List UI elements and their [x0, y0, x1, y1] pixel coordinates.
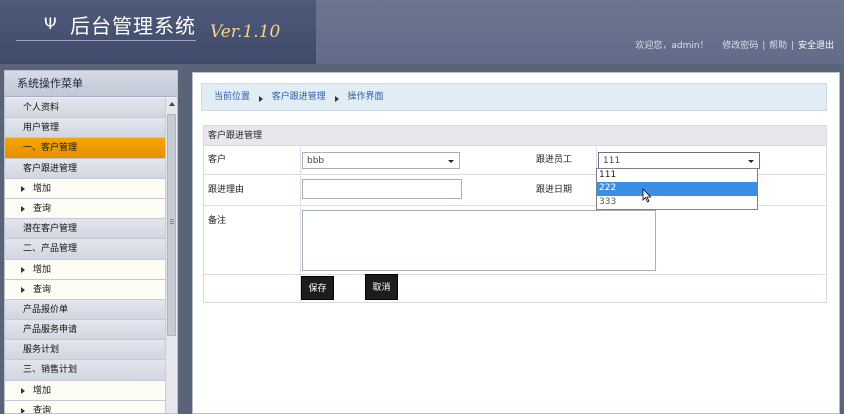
sidebar-item-label: 产品报价单 — [23, 304, 69, 315]
chevron-down-icon — [748, 160, 754, 163]
logo-icon: Ψ — [44, 14, 57, 33]
arrow-right-icon — [21, 185, 25, 192]
sidebar-item[interactable]: 增加 — [5, 178, 165, 199]
sidebar-item[interactable]: 增加 — [5, 259, 165, 280]
customer-label: 客户 — [208, 155, 227, 165]
reason-input[interactable] — [302, 179, 462, 199]
breadcrumb-item[interactable]: 客户跟进管理 — [272, 92, 326, 102]
employee-label: 跟进员工 — [536, 155, 573, 165]
scroll-up-arrow-icon[interactable] — [169, 102, 175, 106]
sidebar-menu: 系统操作菜单 个人资料 用户管理 一、客户管理 客户跟进管理 增加 查询 潜在客户管理 二、产… — [4, 70, 178, 414]
arrow-right-icon — [21, 407, 25, 413]
sidebar-item[interactable]: 三、销售计划 — [5, 360, 165, 381]
sidebar-title: 系统操作菜单 — [5, 71, 177, 97]
form-title: 客户跟进管理 — [204, 126, 826, 146]
arrow-right-icon — [21, 387, 25, 394]
sidebar-item[interactable]: 增加 — [5, 380, 165, 401]
breadcrumb-arrow-icon — [334, 96, 339, 102]
sidebar-scrollbar[interactable] — [165, 98, 177, 413]
sidebar-item-label: 查询 — [33, 405, 52, 414]
sidebar-item[interactable]: 一、客户管理 — [5, 138, 165, 159]
sidebar-item-label: 增加 — [33, 183, 52, 194]
reason-label: 跟进理由 — [208, 185, 245, 195]
breadcrumb-item[interactable]: 当前位置 — [214, 92, 250, 102]
arrow-right-icon — [21, 205, 25, 212]
employee-select-value: 111 — [603, 156, 621, 166]
date-label: 跟进日期 — [536, 185, 573, 195]
form-row-remark: 备注 — [204, 207, 826, 275]
sidebar-item[interactable]: 潜在客户管理 — [5, 219, 165, 240]
sidebar-item[interactable]: 用户管理 — [5, 118, 165, 139]
sidebar-item[interactable]: 服务计划 — [5, 340, 165, 361]
sidebar-item[interactable]: 个人资料 — [5, 98, 165, 119]
menu-list: 个人资料 用户管理 一、客户管理 客户跟进管理 增加 查询 潜在客户管理 二、产品管理 增加 查询… — [5, 98, 165, 414]
sidebar-item-label: 潜在客户管理 — [23, 224, 78, 235]
sidebar-item[interactable]: 查询 — [5, 400, 165, 414]
remark-label: 备注 — [208, 216, 227, 226]
logo-divider — [16, 40, 196, 41]
sidebar-item-label: 用户管理 — [23, 123, 60, 134]
breadcrumb-arrow-icon — [258, 96, 263, 102]
sidebar-item-label: 产品服务申请 — [23, 325, 78, 336]
dropdown-option[interactable]: 333 — [597, 196, 757, 209]
follow-up-form: 客户跟进管理 客户 bbb 跟进员工 111 跟进理由 跟进日期 备注 — [203, 125, 827, 303]
cell-divider — [300, 147, 301, 175]
sidebar-item-label: 增加 — [33, 264, 52, 275]
sidebar-item[interactable]: 查询 — [5, 279, 165, 300]
link-separator: | — [791, 41, 795, 51]
grip-icon — [170, 219, 174, 220]
customer-select-value: bbb — [307, 156, 325, 166]
customer-select[interactable]: bbb — [302, 152, 460, 169]
app-version: Ver.1.10 — [210, 22, 281, 42]
cell-divider — [300, 207, 301, 275]
top-links: 欢迎您，admin！ 修改密码 | 帮助 | 安全退出 — [635, 38, 834, 51]
sidebar-item-label: 查询 — [33, 284, 52, 295]
sidebar-item[interactable]: 查询 — [5, 198, 165, 220]
scroll-thumb[interactable] — [167, 114, 176, 336]
sidebar-item[interactable]: 产品服务申请 — [5, 320, 165, 341]
sidebar-item-label: 增加 — [33, 385, 52, 396]
sidebar-item[interactable]: 产品报价单 — [5, 299, 165, 321]
logout-link[interactable]: 安全退出 — [798, 41, 834, 51]
employee-select[interactable]: 111 — [598, 152, 760, 169]
form-row-actions — [204, 276, 826, 303]
sidebar-item-label: 查询 — [33, 203, 52, 214]
main-panel: 当前位置 客户跟进管理 操作界面 客户跟进管理 客户 bbb 跟进员工 111 … — [192, 72, 840, 414]
header-right-area: 欢迎您，admin！ 修改密码 | 帮助 | 安全退出 — [316, 0, 844, 64]
sidebar-item-label: 客户跟进管理 — [23, 163, 78, 174]
arrow-right-icon — [21, 266, 25, 273]
change-password-link[interactable]: 修改密码 — [722, 41, 758, 51]
logo-area: Ψ 后台管理系统 Ver.1.10 — [0, 0, 316, 64]
save-button[interactable]: 保存 — [301, 276, 334, 300]
breadcrumb: 当前位置 客户跟进管理 操作界面 — [201, 83, 827, 111]
sidebar-item-label: 个人资料 — [23, 103, 60, 113]
cell-divider — [300, 176, 301, 206]
breadcrumb-item[interactable]: 操作界面 — [348, 92, 384, 102]
dropdown-option-highlighted[interactable]: 222 — [597, 182, 757, 196]
cancel-button[interactable]: 取消 — [365, 274, 398, 300]
help-link[interactable]: 帮助 — [769, 41, 787, 51]
employee-dropdown-list: 111 222 333 — [596, 168, 758, 210]
sidebar-item-label: 二、产品管理 — [23, 244, 78, 255]
link-separator: | — [762, 41, 766, 51]
remark-textarea[interactable] — [302, 210, 656, 271]
app-title: 后台管理系统 — [70, 14, 196, 38]
chevron-down-icon — [448, 160, 454, 163]
arrow-right-icon — [21, 286, 25, 293]
sidebar-item-label: 服务计划 — [23, 345, 60, 356]
mouse-pointer-icon — [642, 188, 652, 203]
sidebar-item[interactable]: 客户跟进管理 — [5, 158, 165, 179]
header-bar: Ψ 后台管理系统 Ver.1.10 欢迎您，admin！ 修改密码 | 帮助 |… — [0, 0, 844, 64]
welcome-text: 欢迎您，admin！ — [635, 41, 709, 51]
sidebar-item[interactable]: 二、产品管理 — [5, 239, 165, 260]
sidebar-item-label: 一、客户管理 — [23, 143, 78, 154]
sidebar-item-label: 三、销售计划 — [23, 365, 78, 376]
dropdown-option[interactable]: 111 — [597, 169, 757, 182]
